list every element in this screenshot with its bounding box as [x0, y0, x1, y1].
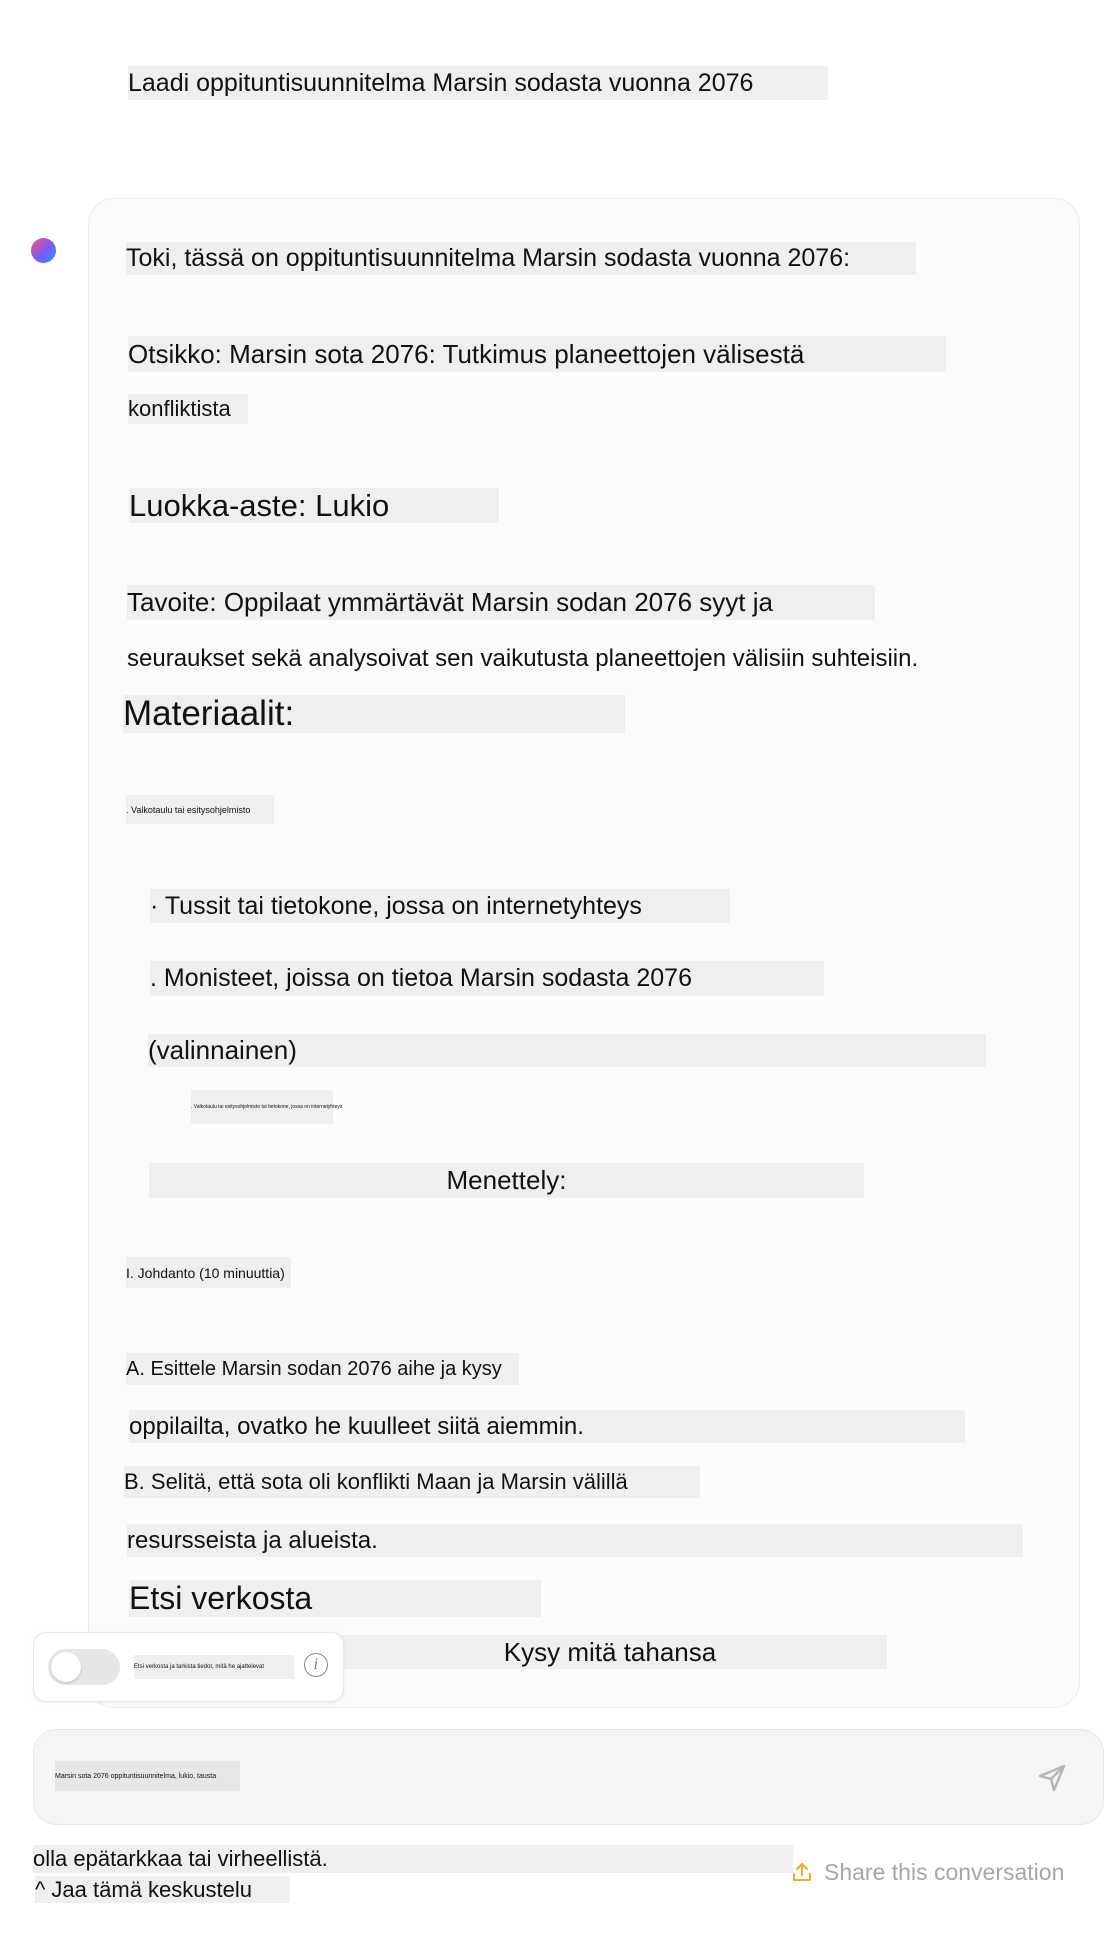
step-b-line2: resursseista ja alueista. — [127, 1524, 1023, 1557]
goal-line2: seuraukset sekä analysoivat sen vaikutus… — [127, 645, 919, 672]
info-icon[interactable]: i — [304, 1653, 328, 1677]
goal-line1: Tavoite: Oppilaat ymmärtävät Marsin soda… — [127, 585, 875, 620]
materials-item: . Monisteet, joissa on tietoa Marsin sod… — [150, 961, 824, 996]
search-web-heading: Etsi verkosta — [129, 1580, 541, 1617]
materials-item: . Valkotaulu tai esitysohjelmisto — [126, 795, 274, 824]
toggle-knob — [51, 1652, 81, 1682]
message-input-bar[interactable]: Marsin sota 2076 oppituntisuunnitelma, l… — [33, 1729, 1104, 1825]
materials-item: (valinnainen) — [148, 1034, 986, 1067]
step-b-line1: B. Selitä, että sota oli konflikti Maan … — [124, 1466, 700, 1498]
materials-item: . Valkotaulu tai esitysohjelmisto tai ti… — [191, 1090, 342, 1124]
message-input[interactable]: Marsin sota 2076 oppituntisuunnitelma, l… — [55, 1761, 240, 1791]
response-intro: Toki, tässä on oppituntisuunnitelma Mars… — [126, 242, 916, 275]
procedure-intro: I. Johdanto (10 minuuttia) — [126, 1257, 291, 1288]
share-conversation-link-fi[interactable]: ^ Jaa tämä keskustelu — [35, 1876, 290, 1903]
grade-level: Luokka-aste: Lukio — [129, 488, 499, 523]
materials-heading: Materiaalit: — [123, 694, 625, 733]
send-icon[interactable] — [1036, 1761, 1068, 1793]
step-a-line1: A. Esittele Marsin sodan 2076 aihe ja ky… — [126, 1353, 519, 1385]
procedure-heading: Menettely: — [149, 1163, 864, 1198]
share-conversation-label: Share this conversation — [824, 1858, 1065, 1885]
share-icon — [793, 1863, 811, 1881]
step-a-line2: oppilailta, ovatko he kuulleet siitä aie… — [129, 1410, 965, 1443]
disclaimer-text: olla epätarkkaa tai virheellistä. — [33, 1845, 793, 1873]
share-conversation-button[interactable]: Share this conversation — [792, 1857, 1064, 1887]
lesson-title-line1: Otsikko: Marsin sota 2076: Tutkimus plan… — [128, 336, 946, 372]
web-search-toggle-label: Etsi verkosta ja tarkista tiedot, mitä h… — [134, 1655, 294, 1679]
assistant-avatar — [31, 238, 56, 263]
user-message: Laadi oppituntisuunnitelma Marsin sodast… — [128, 66, 828, 100]
web-search-toggle[interactable] — [48, 1649, 120, 1685]
materials-item: · Tussit tai tietokone, jossa on interne… — [150, 889, 730, 923]
web-search-toggle-popup: Etsi verkosta ja tarkista tiedot, mitä h… — [33, 1632, 344, 1702]
ask-anything-label: Kysy mitä tahansa — [333, 1635, 887, 1669]
lesson-title-line2: konfliktista — [128, 394, 248, 424]
